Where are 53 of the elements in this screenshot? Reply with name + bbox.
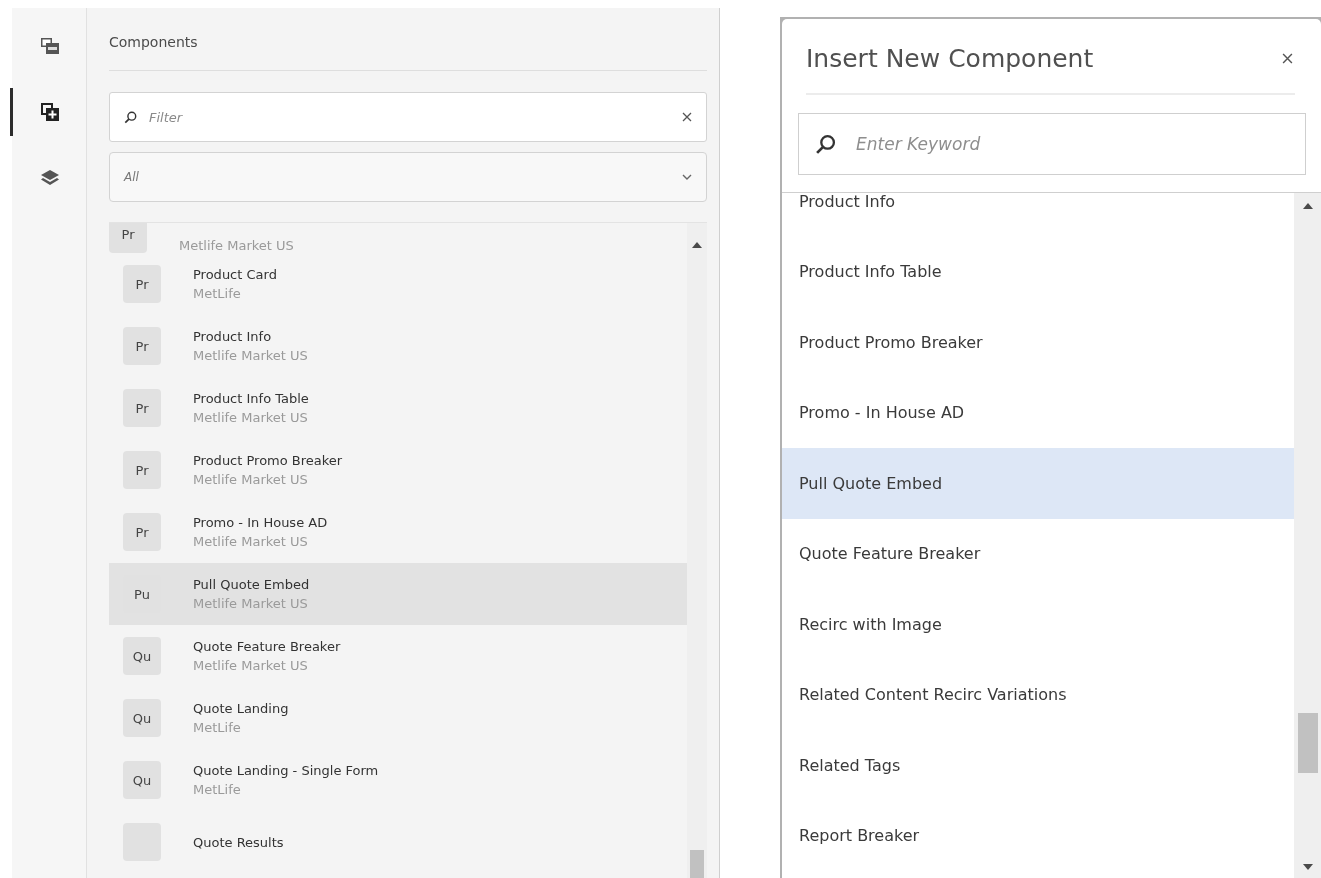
component-name: Pull Quote Embed: [193, 577, 310, 592]
component-group: Metlife Market US: [179, 238, 294, 253]
close-button[interactable]: [1280, 51, 1295, 66]
component-name: Quote Landing - Single Form: [193, 763, 379, 778]
scroll-up-icon[interactable]: [692, 242, 702, 248]
component-badge: Qu: [123, 761, 161, 799]
chevron-down-icon: [682, 174, 692, 180]
component-group: Metlife Market US: [193, 472, 343, 487]
component-name: Product Card: [193, 267, 277, 282]
component-name: Promo - In House AD: [193, 515, 328, 530]
component-name: Quote Feature Breaker: [193, 639, 341, 654]
component-badge: Pr: [123, 513, 161, 551]
scrollbar[interactable]: [1294, 193, 1321, 878]
component-badge: Pr: [123, 389, 161, 427]
filter-field[interactable]: Filter: [109, 92, 707, 142]
component-group: MetLife: [193, 782, 379, 797]
component-name: Quote Results: [193, 834, 284, 850]
scrollbar-thumb[interactable]: [1298, 713, 1318, 773]
component-option[interactable]: Pull Quote Embed: [782, 448, 1294, 519]
add-component-icon: [39, 102, 60, 122]
component-badge: Qu: [123, 699, 161, 737]
component-badge: Pr: [123, 451, 161, 489]
close-icon: [1282, 53, 1293, 64]
component-group: MetLife: [193, 286, 277, 301]
search-icon: [124, 110, 137, 124]
component-badge: Pr: [123, 327, 161, 365]
component-group: Metlife Market US: [193, 410, 309, 425]
component-badge: Qu: [123, 637, 161, 675]
scroll-down-icon[interactable]: [1302, 864, 1313, 870]
scroll-up-icon[interactable]: [1302, 203, 1313, 209]
dialog-title: Insert New Component: [806, 44, 1094, 73]
component-badge: Pr: [109, 223, 147, 253]
component-group: Metlife Market US: [193, 658, 341, 673]
scrollbar[interactable]: [687, 223, 707, 878]
group-select[interactable]: All: [109, 152, 707, 202]
component-group: Metlife Market US: [193, 596, 310, 611]
component-name: Quote Landing: [193, 701, 289, 716]
panel-title: Components: [109, 8, 707, 71]
component-item[interactable]: Pu Pull Quote Embed Metlife Market US: [109, 563, 687, 625]
component-group: MetLife: [193, 720, 289, 735]
component-name: Product Info Table: [193, 391, 309, 406]
component-group: Metlife Market US: [193, 348, 308, 363]
scrollbar-thumb[interactable]: [690, 850, 704, 878]
component-name: Product Info: [193, 329, 273, 344]
image-stack-icon: [39, 36, 60, 56]
close-icon: [682, 112, 692, 122]
keyword-field[interactable]: Enter Keyword: [798, 113, 1306, 175]
component-name: Product Promo Breaker: [193, 453, 343, 468]
component-group: Metlife Market US: [193, 534, 328, 549]
filter-input[interactable]: Filter: [147, 108, 672, 126]
layers-icon: [39, 169, 60, 187]
component-badge: Pr: [123, 265, 161, 303]
search-icon: [815, 133, 836, 155]
